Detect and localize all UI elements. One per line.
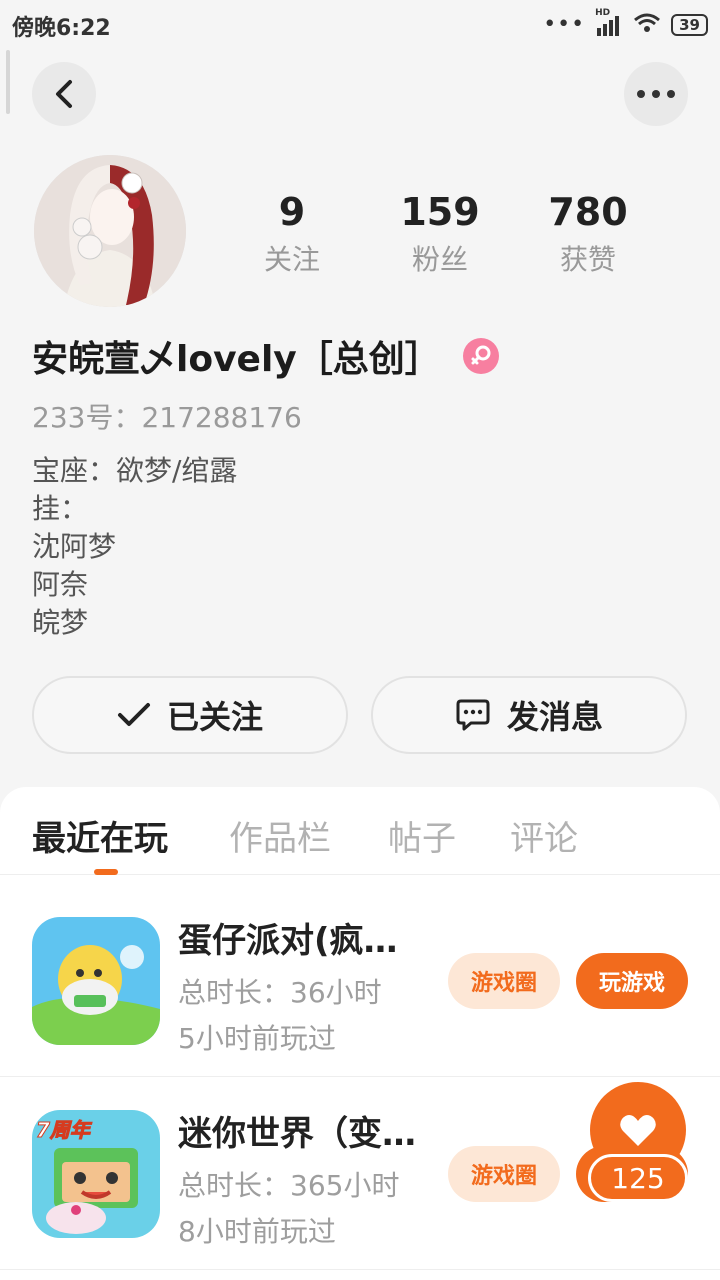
active-tab-indicator [94,869,118,875]
wifi-icon [633,12,661,38]
like-widget[interactable]: 125 [588,1082,688,1202]
tab-posts[interactable]: 帖子 [388,811,456,860]
bio-line: 皖梦 [32,606,89,639]
followers-label: 粉丝 [411,243,468,276]
more-options-button[interactable] [624,62,688,126]
list-item[interactable]: 蛋仔派对(疯… 总时长：36小时 5小时前玩过 游戏圈 玩游戏 [0,885,720,1077]
likes-label: 获赞 [559,243,616,276]
chevron-left-icon [56,80,72,108]
username: 安皖萱乄lovely［总创］ [32,339,441,380]
edge-handle [6,50,10,114]
status-time: 傍晚6:22 [12,16,111,41]
tab-recent-play[interactable]: 最近在玩 [32,811,168,860]
bio-line: 挂： [32,492,89,525]
game-title: 蛋仔派对(疯… [178,921,398,961]
game-title: 迷你世界（变… [178,1114,416,1154]
content-panel: 最近在玩 作品栏 帖子 评论 蛋仔派对(疯… 总时长：36小时 5小时前玩过 游… [0,787,720,1280]
signal-label: HD [595,8,611,18]
play-game-button[interactable]: 玩游戏 [576,953,688,1009]
bio-line: 宝座：欲梦/绾露 [32,454,238,487]
game-circle-button[interactable]: 游戏圈 [448,1146,560,1202]
more-dots-icon [637,90,675,98]
send-message-label: 发消息 [506,698,603,736]
followed-label: 已关注 [166,698,263,736]
check-icon [117,703,150,726]
game-circle-button[interactable]: 游戏圈 [448,953,560,1009]
bio-line: 沈阿梦 [32,530,117,563]
female-gender-icon [462,338,499,374]
user-id: 233号：217288176 [32,401,302,434]
send-message-button[interactable]: 发消息 [371,676,687,754]
like-count: 125 [588,1154,688,1202]
tab-comments[interactable]: 评论 [510,811,578,860]
username-row: 安皖萱乄lovely［总创］ [32,330,499,382]
back-button[interactable] [32,62,96,126]
anniversary-badge: 7周年 [36,1118,91,1143]
game-last-played: 5小时前玩过 [178,1022,336,1055]
heart-icon [620,1115,656,1146]
status-bar: 傍晚6:22 ••• HD 39 [0,0,720,50]
tab-works[interactable]: 作品栏 [229,811,331,860]
game-duration: 总时长：36小时 [178,976,382,1009]
followers-stat[interactable]: 159 粉丝 [380,190,500,278]
chat-bubble-icon [456,699,490,731]
battery-icon: 39 [671,14,708,36]
following-label: 关注 [263,243,320,276]
followers-count: 159 [400,190,480,234]
tab-bar: 最近在玩 作品栏 帖子 评论 [0,787,720,875]
followed-button[interactable]: 已关注 [32,676,348,754]
game-duration: 总时长：365小时 [178,1169,400,1202]
game-last-played: 8小时前玩过 [178,1215,336,1248]
avatar[interactable] [34,155,186,307]
following-count: 9 [278,190,306,234]
bio-line: 阿奈 [32,568,89,601]
following-stat[interactable]: 9 关注 [232,190,352,278]
likes-count: 780 [548,190,628,234]
bio: 宝座：欲梦/绾露 挂： 沈阿梦 阿奈 皖梦 [32,452,237,642]
status-icons: ••• HD 39 [543,8,708,38]
game-icon-mini-world: 7周年 [32,1110,160,1238]
likes-stat[interactable]: 780 获赞 [528,190,648,278]
signal-icon: HD [595,8,623,36]
game-icon-eggy-party [32,917,160,1045]
notification-dots-icon: ••• [543,12,586,37]
